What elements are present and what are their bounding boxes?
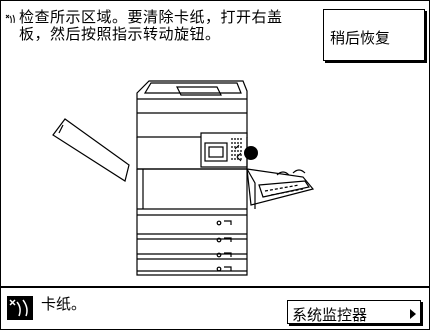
paper-jam-icon [5, 14, 15, 24]
triangle-right-icon [410, 309, 416, 319]
system-monitor-button[interactable]: 系统监控器 [287, 300, 421, 324]
copier-illustration [52, 80, 315, 276]
system-monitor-label: 系统监控器 [292, 306, 368, 324]
main-panel: 检查所示区域。要清除卡纸，打开右盖 板，然后按照指示转动旋钮。 稍后恢复 [1, 1, 429, 288]
paper-jam-screen: 检查所示区域。要清除卡纸，打开右盖 板，然后按照指示转动旋钮。 稍后恢复 卡纸。… [0, 0, 430, 330]
status-bar: 卡纸。 系统监控器 [1, 288, 429, 329]
resume-later-button[interactable]: 稍后恢复 [323, 9, 425, 61]
instruction-text: 检查所示区域。要清除卡纸，打开右盖 板，然后按照指示转动旋钮。 [19, 8, 283, 43]
status-message: 卡纸。 [41, 295, 87, 313]
paper-jam-icon [7, 296, 33, 320]
